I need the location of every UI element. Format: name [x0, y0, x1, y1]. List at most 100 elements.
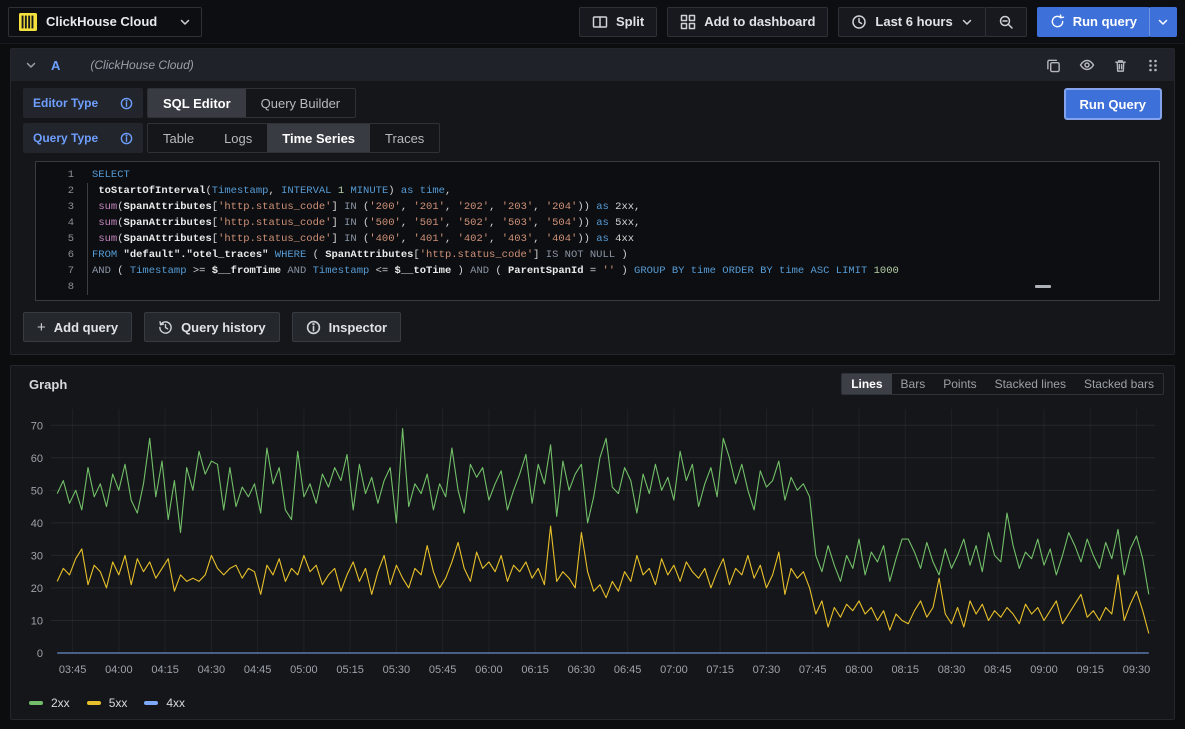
mode-tab-stacked-bars[interactable]: Stacked bars	[1075, 374, 1163, 394]
run-query-dropdown[interactable]	[1149, 7, 1177, 37]
eye-icon[interactable]	[1079, 57, 1095, 73]
run-query-button[interactable]: Run query	[1037, 7, 1150, 37]
query-history-label: Query history	[181, 320, 266, 335]
datasource-name: ClickHouse Cloud	[46, 14, 170, 29]
svg-text:04:45: 04:45	[244, 664, 272, 676]
svg-text:40: 40	[31, 518, 43, 530]
mode-tab-bars[interactable]: Bars	[892, 374, 935, 394]
datasource-picker[interactable]: ClickHouse Cloud	[8, 7, 202, 37]
query-type-toggle: Table Logs Time Series Traces	[147, 123, 440, 153]
inspector-button[interactable]: Inspector	[292, 312, 402, 342]
query-type-label: Query Type	[33, 131, 98, 145]
svg-text:50: 50	[31, 485, 43, 497]
toolbar-actions: Split Add to dashboard Last 6 hours Run …	[579, 7, 1177, 37]
legend-item-2xx[interactable]: 2xx	[29, 696, 70, 710]
legend-item-5xx[interactable]: 5xx	[87, 696, 128, 710]
graph-header: Graph Lines Bars Points Stacked lines St…	[11, 366, 1174, 397]
query-type-label-chip: Query Type	[23, 123, 143, 153]
svg-text:20: 20	[31, 583, 43, 595]
editor-type-label-chip: Editor Type	[23, 88, 143, 118]
run-query-label: Run query	[1073, 14, 1137, 29]
svg-text:09:15: 09:15	[1076, 664, 1104, 676]
svg-text:60: 60	[31, 453, 43, 465]
svg-text:05:00: 05:00	[290, 664, 318, 676]
mode-tab-stacked-lines[interactable]: Stacked lines	[986, 374, 1075, 394]
svg-text:10: 10	[31, 615, 43, 627]
query-row-header[interactable]: A (ClickHouse Cloud)	[11, 49, 1174, 81]
query-type-option-table[interactable]: Table	[148, 124, 209, 152]
query-type-option-logs[interactable]: Logs	[209, 124, 267, 152]
timeseries-chart[interactable]: 01020304050607003:4504:0004:1504:3004:45…	[21, 399, 1164, 691]
info-icon[interactable]	[120, 97, 133, 110]
svg-text:04:00: 04:00	[105, 664, 133, 676]
svg-text:07:00: 07:00	[660, 664, 688, 676]
graph-mode-tabs: Lines Bars Points Stacked lines Stacked …	[841, 373, 1164, 395]
clickhouse-logo-icon	[19, 13, 37, 31]
chevron-down-icon	[1157, 16, 1169, 28]
info-circle-icon	[306, 320, 321, 335]
svg-text:07:15: 07:15	[706, 664, 734, 676]
clock-icon	[851, 14, 867, 30]
editor-type-row: Editor Type SQL Editor Query Builder	[23, 88, 440, 118]
svg-text:09:30: 09:30	[1123, 664, 1151, 676]
query-type-option-traces[interactable]: Traces	[370, 124, 439, 152]
svg-text:08:45: 08:45	[984, 664, 1012, 676]
chevron-down-icon	[179, 16, 191, 28]
svg-text:07:45: 07:45	[799, 664, 827, 676]
legend-label: 5xx	[109, 696, 128, 710]
svg-text:06:15: 06:15	[521, 664, 549, 676]
add-query-label: Add query	[54, 320, 118, 335]
svg-text:05:45: 05:45	[429, 664, 457, 676]
mode-tab-lines[interactable]: Lines	[842, 374, 891, 394]
trash-icon[interactable]	[1113, 58, 1128, 73]
query-editor-panel: A (ClickHouse Cloud) Editor Type SQL Edi…	[10, 48, 1175, 355]
query-controls: Editor Type SQL Editor Query Builder Que…	[11, 81, 1174, 155]
run-query-panel-button[interactable]: Run Query	[1064, 88, 1162, 120]
time-range-picker[interactable]: Last 6 hours	[838, 7, 985, 37]
add-query-button[interactable]: + Add query	[23, 312, 132, 342]
svg-text:06:00: 06:00	[475, 664, 503, 676]
add-to-dashboard-button[interactable]: Add to dashboard	[667, 7, 828, 37]
editor-type-option-query-builder[interactable]: Query Builder	[246, 89, 355, 117]
svg-text:05:30: 05:30	[383, 664, 411, 676]
split-label: Split	[616, 14, 644, 29]
top-toolbar: ClickHouse Cloud Split Add to dashboard …	[0, 0, 1185, 44]
info-icon[interactable]	[120, 132, 133, 145]
legend-item-4xx[interactable]: 4xx	[144, 696, 185, 710]
svg-text:06:45: 06:45	[614, 664, 642, 676]
time-controls: Last 6 hours	[838, 7, 1026, 37]
query-type-option-time-series[interactable]: Time Series	[267, 124, 370, 152]
zoom-out-icon	[998, 14, 1014, 30]
editor-scrollbar[interactable]	[1035, 285, 1051, 288]
svg-text:0: 0	[37, 648, 43, 660]
query-datasource-hint: (ClickHouse Cloud)	[90, 58, 193, 72]
drag-handle-icon[interactable]	[1146, 58, 1160, 73]
indent-guide	[87, 183, 88, 295]
zoom-out-button[interactable]	[985, 7, 1027, 37]
split-icon	[592, 14, 608, 30]
inspector-label: Inspector	[329, 320, 388, 335]
refresh-icon	[1050, 14, 1065, 29]
svg-text:07:30: 07:30	[753, 664, 781, 676]
split-button[interactable]: Split	[579, 7, 657, 37]
collapse-chevron-icon[interactable]	[25, 59, 37, 71]
svg-text:09:00: 09:00	[1030, 664, 1058, 676]
svg-text:08:15: 08:15	[891, 664, 919, 676]
sql-editor[interactable]: +1SELECT2 toStartOfInterval(Timestamp, I…	[35, 161, 1160, 301]
plus-icon: +	[37, 319, 46, 336]
svg-text:05:15: 05:15	[336, 664, 364, 676]
graph-title: Graph	[29, 377, 67, 392]
svg-text:04:30: 04:30	[198, 664, 226, 676]
query-history-button[interactable]: Query history	[144, 312, 280, 342]
svg-text:06:30: 06:30	[568, 664, 596, 676]
editor-type-option-sql-editor[interactable]: SQL Editor	[148, 89, 246, 117]
svg-text:70: 70	[31, 420, 43, 432]
sql-code: +1SELECT2 toStartOfInterval(Timestamp, I…	[36, 167, 1159, 295]
query-type-row: Query Type Table Logs Time Series Traces	[23, 123, 440, 153]
mode-tab-points[interactable]: Points	[934, 374, 985, 394]
query-ref-id: A	[51, 58, 60, 73]
legend-swatch-4xx	[144, 701, 158, 705]
svg-text:08:00: 08:00	[845, 664, 873, 676]
duplicate-icon[interactable]	[1046, 58, 1061, 73]
svg-text:03:45: 03:45	[59, 664, 87, 676]
